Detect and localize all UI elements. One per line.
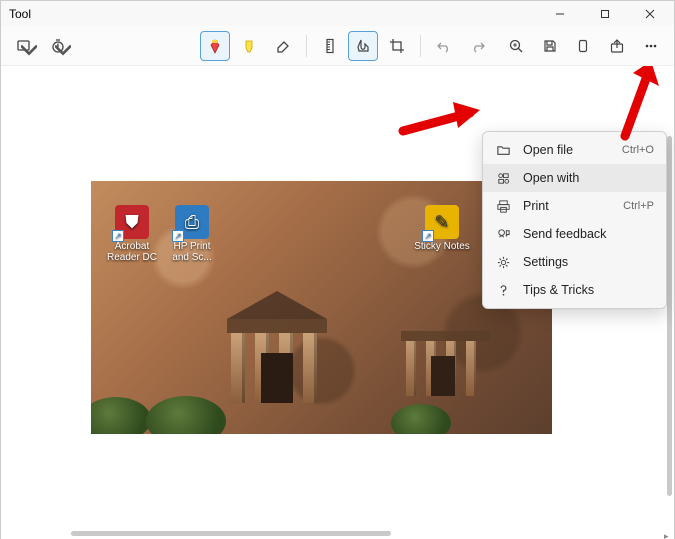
separator xyxy=(306,35,307,57)
annotation-arrow xyxy=(398,96,483,136)
window-title: Tool xyxy=(9,7,537,21)
close-button[interactable] xyxy=(627,1,672,26)
menu-shortcut: Ctrl+P xyxy=(623,200,654,212)
scroll-corner xyxy=(664,528,672,536)
touch-writing-tool[interactable] xyxy=(348,31,378,61)
chevron-down-icon xyxy=(55,43,71,59)
settings-icon xyxy=(495,255,511,270)
crop-tool[interactable] xyxy=(382,31,412,61)
menu-label: Send feedback xyxy=(523,227,642,241)
desktop-icon: ⛊↗ Acrobat Reader DC xyxy=(104,205,160,263)
sticky-notes-icon: ✎↗ xyxy=(425,205,459,239)
ruler-tool[interactable] xyxy=(315,31,345,61)
redo-button[interactable] xyxy=(463,31,493,61)
save-button[interactable] xyxy=(535,31,565,61)
menu-print[interactable]: Print Ctrl+P xyxy=(483,192,666,220)
desktop-icon-label: Sticky Notes xyxy=(414,241,470,252)
titlebar: Tool xyxy=(1,1,674,26)
more-button[interactable] xyxy=(636,31,666,61)
toolbar xyxy=(1,26,674,66)
open-with-icon xyxy=(495,171,511,186)
vertical-scrollbar[interactable] xyxy=(667,136,672,496)
more-menu: Open file Ctrl+O Open with Print Ctrl+P … xyxy=(482,131,667,309)
pen-tool[interactable] xyxy=(200,31,230,61)
share-button[interactable] xyxy=(602,31,632,61)
menu-open-with[interactable]: Open with xyxy=(483,164,666,192)
menu-label: Open with xyxy=(523,171,642,185)
separator xyxy=(420,35,421,57)
highlighter-tool[interactable] xyxy=(234,31,264,61)
print-icon xyxy=(495,199,511,214)
menu-send-feedback[interactable]: Send feedback xyxy=(483,220,666,248)
acrobat-icon: ⛊↗ xyxy=(115,205,149,239)
chevron-down-icon xyxy=(21,43,37,59)
menu-settings[interactable]: Settings xyxy=(483,248,666,276)
timer-tool[interactable] xyxy=(43,31,73,61)
menu-label: Tips & Tricks xyxy=(523,283,642,297)
zoom-button[interactable] xyxy=(501,31,531,61)
menu-shortcut: Ctrl+O xyxy=(622,144,654,156)
folder-open-icon xyxy=(495,143,511,158)
copy-button[interactable] xyxy=(569,31,599,61)
desktop-icon-label: Acrobat Reader DC xyxy=(104,241,160,263)
annotation-arrow xyxy=(615,66,663,143)
menu-label: Open file xyxy=(523,143,610,157)
minimize-button[interactable] xyxy=(537,1,582,26)
horizontal-scrollbar[interactable] xyxy=(71,531,391,536)
menu-label: Settings xyxy=(523,255,642,269)
canvas[interactable]: ⛊↗ Acrobat Reader DC ⎙↗ HP Print and Sc.… xyxy=(1,66,674,539)
menu-label: Print xyxy=(523,199,611,213)
feedback-icon xyxy=(495,227,511,242)
desktop-icon: ✎↗ Sticky Notes xyxy=(414,205,470,252)
undo-button[interactable] xyxy=(429,31,459,61)
hp-print-icon: ⎙↗ xyxy=(175,205,209,239)
help-icon xyxy=(495,283,511,298)
maximize-button[interactable] xyxy=(582,1,627,26)
menu-tips-tricks[interactable]: Tips & Tricks xyxy=(483,276,666,304)
shape-tool[interactable] xyxy=(9,31,39,61)
desktop-icon-label: HP Print and Sc... xyxy=(164,241,220,263)
desktop-icon: ⎙↗ HP Print and Sc... xyxy=(164,205,220,263)
eraser-tool[interactable] xyxy=(268,31,298,61)
more-icon xyxy=(643,38,659,54)
